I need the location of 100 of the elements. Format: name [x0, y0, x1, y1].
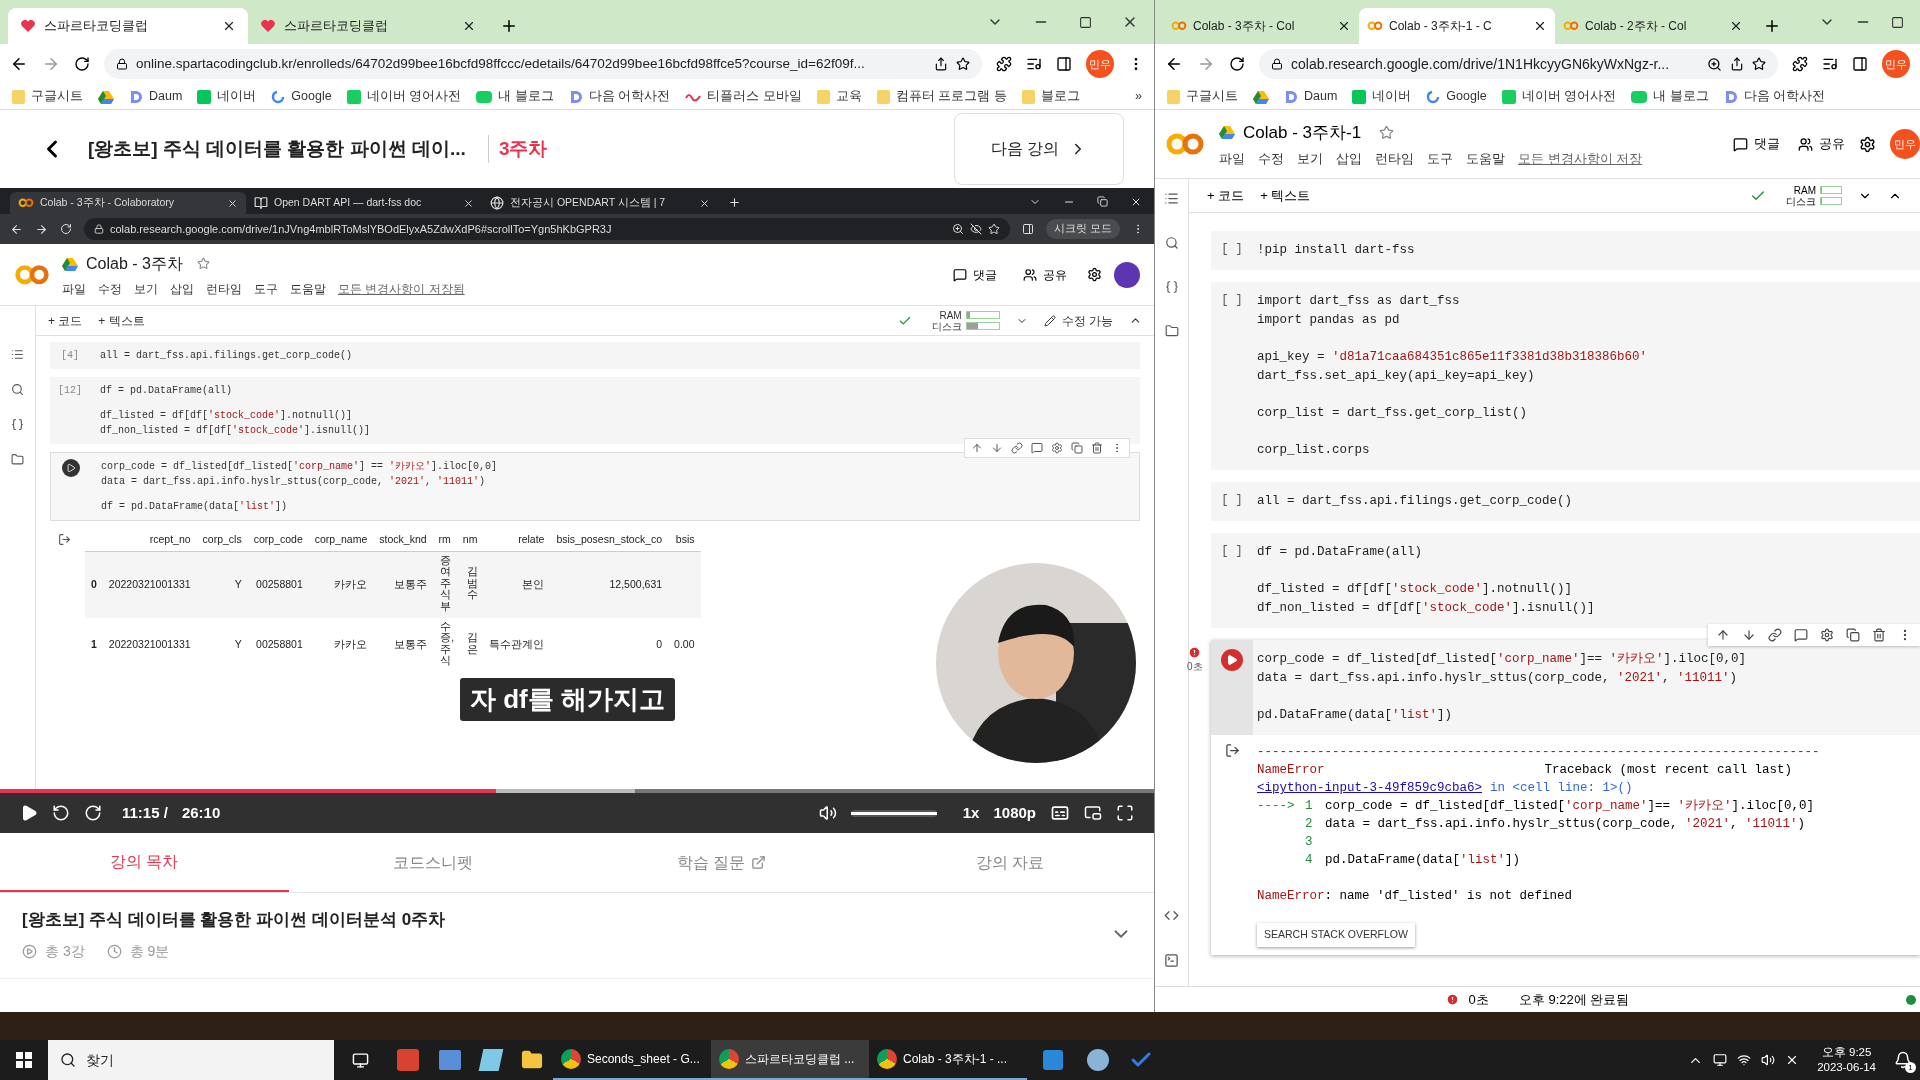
extensions-icon[interactable] [996, 56, 1012, 72]
code-cell[interactable]: [ ] all = dart_fss.api.filings.get_corp_code() [1211, 482, 1920, 521]
bookmark-star-icon[interactable] [956, 57, 970, 71]
star-icon[interactable] [1379, 124, 1395, 140]
browser-tab[interactable]: Open DART API — dart-fss doc [246, 192, 482, 214]
move-up-icon[interactable] [1716, 628, 1730, 642]
menu-item[interactable]: 도움말 [290, 279, 326, 298]
add-text-button[interactable]: + 텍스트 [98, 311, 145, 330]
share-button[interactable]: 공유 [1819, 134, 1845, 154]
variables-icon[interactable] [11, 418, 24, 431]
bookmark[interactable]: 티플러스 모바일 [707, 87, 802, 106]
table-of-contents-icon[interactable] [1164, 191, 1179, 206]
bookmark[interactable]: Daum [1304, 87, 1338, 106]
speed-button[interactable]: 1x [962, 801, 980, 825]
code-cell[interactable]: [4] all = dart_fss.api.filings.get_corp_code() [50, 342, 1140, 369]
bookmark[interactable]: 네이버 [217, 87, 257, 106]
close-icon[interactable] [462, 19, 476, 33]
side-panel-icon[interactable] [1056, 56, 1072, 72]
bookmark[interactable]: 네이버 [1372, 87, 1412, 106]
close-icon[interactable] [1337, 19, 1351, 33]
menu-item[interactable]: 파일 [62, 279, 86, 298]
progress-track[interactable] [0, 789, 1154, 793]
folder-icon[interactable] [521, 1049, 543, 1071]
bookmark[interactable]: 다음 어학사전 [1743, 87, 1826, 106]
table-of-contents-icon[interactable] [11, 348, 24, 361]
browser-tab[interactable]: Colab - 2주차 - Col [1555, 8, 1751, 44]
delete-icon[interactable] [1872, 628, 1886, 642]
zoom-icon[interactable] [1707, 56, 1722, 72]
more-bookmarks[interactable]: » [1135, 87, 1142, 106]
menu-item[interactable]: 수정 [1258, 149, 1284, 169]
comment-icon[interactable] [1794, 628, 1808, 642]
fullscreen-icon[interactable] [1116, 804, 1134, 822]
bookmark[interactable]: 구글시트 [31, 87, 83, 106]
forward-icon[interactable] [84, 804, 102, 822]
menu-item[interactable]: 파일 [1219, 149, 1245, 169]
new-tab-icon[interactable] [728, 196, 741, 209]
folder-icon[interactable] [11, 453, 24, 466]
delete-icon[interactable] [1091, 442, 1103, 454]
browser-tab[interactable]: Colab - 3주차 - Colaboratory [10, 192, 246, 214]
code-icon[interactable] [1164, 908, 1179, 923]
menu-item[interactable]: 보기 [134, 279, 158, 298]
menu-item[interactable]: 삽입 [170, 279, 194, 298]
incognito-badge[interactable]: 시크릿 모드 [1046, 219, 1120, 239]
eye-off-icon[interactable] [970, 223, 983, 235]
close-icon[interactable] [1729, 19, 1743, 33]
close-icon[interactable] [463, 197, 474, 209]
browser-tab[interactable]: Colab - 3주차-1 - C [1359, 8, 1555, 44]
lecture-tab[interactable]: 강의 목차 [0, 833, 289, 892]
close-icon[interactable] [1533, 19, 1547, 33]
address-bar[interactable]: colab.research.google.com/drive/1N1HkcyyGN6kyWxNgz-r... [1259, 49, 1778, 79]
menu-item[interactable]: 도구 [1427, 149, 1453, 169]
code-cell[interactable]: [ ] !pip install dart-fss [1211, 231, 1920, 270]
settings-icon[interactable] [1087, 267, 1102, 282]
code-cell[interactable]: corp_code = df_listed[df_listed['corp_name'] == '카카오'].iloc[0,0] data = dart_fss.api.info.hyslr_sttus(corp_code, '2021', '11011') df = pd.DataFrame(data['list']) [50, 452, 1140, 521]
taskbar-app[interactable]: Colab - 3주차-1 - ... [869, 1040, 1027, 1080]
extensions-icon[interactable] [1792, 56, 1808, 72]
reload-icon[interactable] [74, 56, 90, 72]
menu-item[interactable]: 도구 [254, 279, 278, 298]
add-code-button[interactable]: + 코드 [48, 311, 83, 330]
copy-icon[interactable] [1846, 628, 1860, 642]
menu-item[interactable]: 런타임 [1375, 149, 1414, 169]
display-icon[interactable] [1713, 1053, 1728, 1067]
captions-icon[interactable] [1050, 803, 1070, 823]
browser-tab[interactable]: 스파르타코딩클럽 [8, 8, 248, 44]
side-panel-icon[interactable] [1852, 56, 1868, 72]
comment-button[interactable]: 댓글 [973, 265, 997, 284]
bookmark[interactable]: Daum [149, 87, 183, 106]
task-view-icon[interactable] [352, 1051, 369, 1069]
output-icon[interactable] [58, 533, 71, 546]
folder-icon[interactable] [1164, 324, 1179, 338]
back-icon[interactable] [10, 222, 23, 236]
lecture-tab[interactable]: 코드스니펫 [288, 833, 577, 892]
link-icon[interactable] [1011, 442, 1023, 454]
picture-in-picture-icon[interactable] [1084, 804, 1102, 822]
run-icon[interactable] [62, 459, 80, 477]
code-cell[interactable]: [12] df = pd.DataFrame(all) df_listed = df[df['stock_code'].notnull()] df_non_listed = df[df['stock_code'].isnull()] [50, 377, 1140, 444]
bookmark[interactable]: 교육 [835, 87, 862, 106]
new-tab-icon[interactable] [1763, 17, 1781, 35]
taskbar-app[interactable]: 스파르타코딩클럽 ... [711, 1040, 869, 1080]
reload-icon[interactable] [1229, 56, 1245, 72]
browser-tab[interactable]: Colab - 3주차 - Col [1163, 8, 1359, 44]
forward-icon[interactable] [35, 222, 48, 236]
bookmark[interactable]: 블로그 [1040, 87, 1080, 106]
rewind-icon[interactable] [52, 804, 70, 822]
settings-icon[interactable] [1820, 628, 1834, 642]
terminal-icon[interactable] [1164, 953, 1179, 968]
browser-tab[interactable]: 스파르타코딩클럽 [248, 8, 488, 44]
code-cell[interactable]: [ ] df = pd.DataFrame(all) df_listed = df[df['stock_code'].notnull()] df_non_listed = df[df['stock_code'].isnull()] [1211, 533, 1920, 628]
browser-tab[interactable]: 전자공시 OPENDART 시스템 | 7 [482, 192, 718, 214]
new-tab-icon[interactable] [500, 17, 518, 35]
share-icon[interactable] [1730, 57, 1744, 71]
star-icon[interactable] [196, 257, 210, 270]
bookmark[interactable]: 내 블로그 [1653, 87, 1709, 106]
app-icon[interactable] [1087, 1049, 1109, 1071]
next-lecture-button[interactable]: 다음 강의 [953, 113, 1124, 185]
maximize-icon[interactable] [1079, 15, 1092, 29]
notification-icon[interactable] [1894, 1051, 1912, 1069]
maximize-icon[interactable] [1891, 15, 1904, 29]
course-item[interactable]: [왕초보] 주식 데이터를 활용한 파이썬 데이터분석 0주차 총 3강 총 9분 [0, 893, 1154, 979]
add-code-button[interactable]: + 코드 [1207, 185, 1245, 206]
